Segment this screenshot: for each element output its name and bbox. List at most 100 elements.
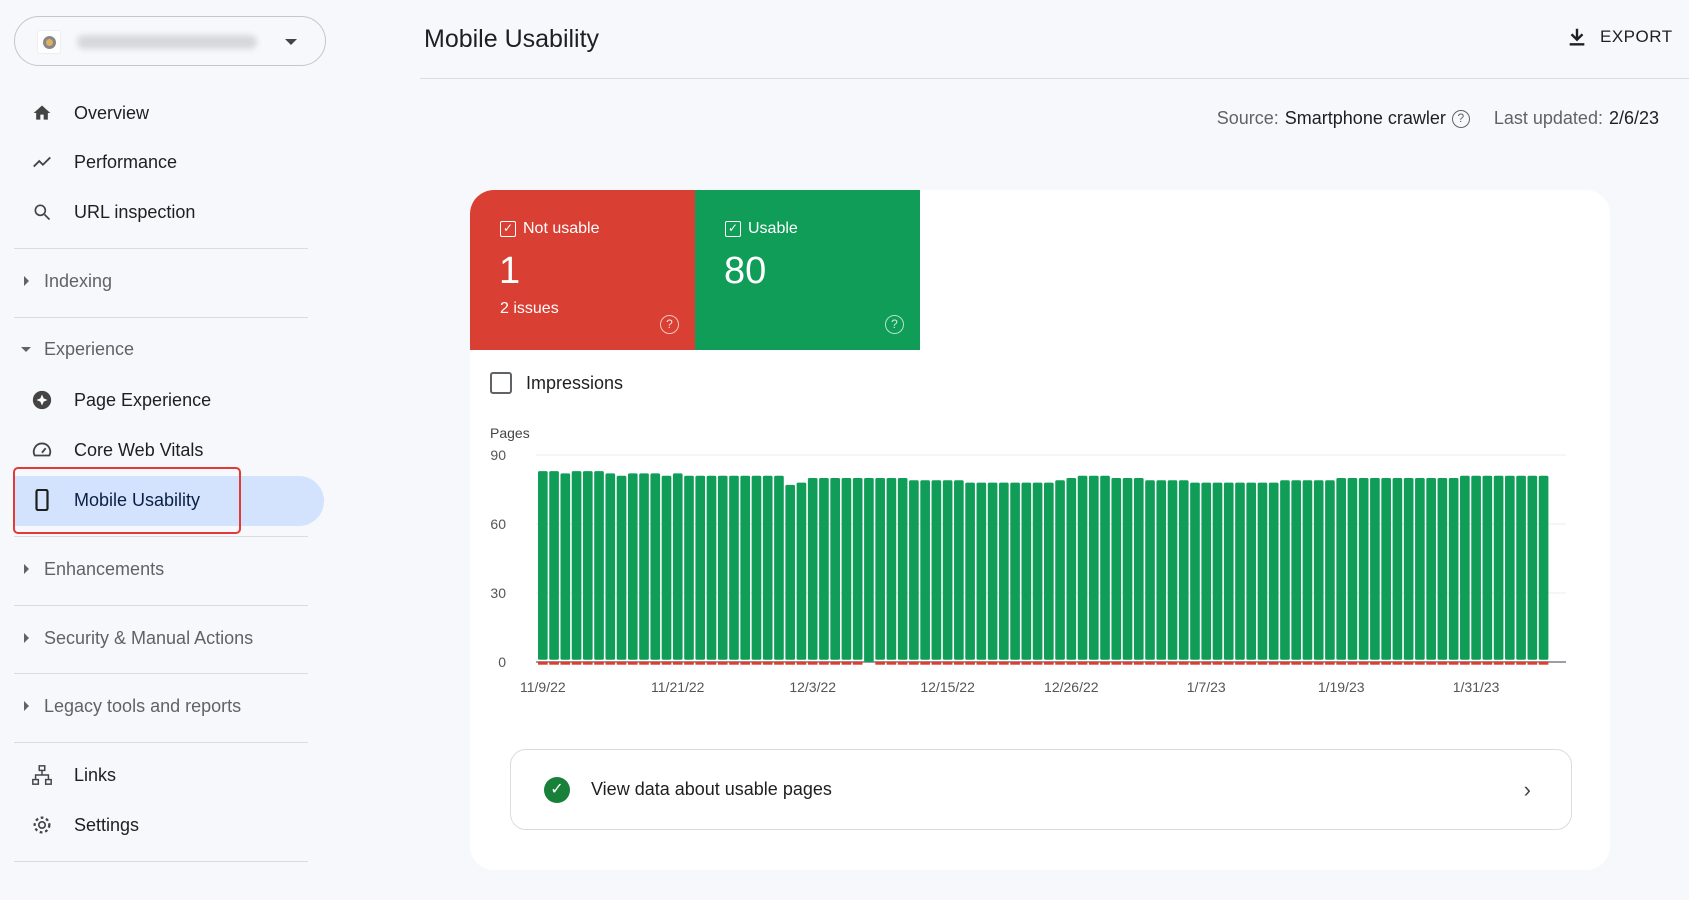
- bar-usable: [1291, 480, 1302, 660]
- sidebar-item-core-web-vitals[interactable]: Core Web Vitals: [0, 430, 330, 470]
- bar-usable: [762, 475, 773, 660]
- sidebar-section-security[interactable]: Security & Manual Actions: [0, 620, 330, 656]
- bar-not-usable: [1291, 661, 1302, 665]
- checkbox-unchecked-icon[interactable]: [490, 372, 512, 394]
- sidebar-section-enhancements[interactable]: Enhancements: [0, 551, 330, 587]
- bar-not-usable: [796, 661, 807, 665]
- bar-usable: [1403, 478, 1414, 660]
- page-experience-icon: [30, 388, 54, 412]
- bar-not-usable: [1055, 661, 1065, 665]
- bar-not-usable: [1313, 661, 1324, 665]
- checkbox-checked-icon[interactable]: ✓: [725, 221, 741, 237]
- bar-usable: [1516, 475, 1526, 660]
- bar-usable: [909, 480, 919, 660]
- bar-usable: [965, 482, 975, 660]
- bar-usable: [920, 480, 930, 660]
- help-icon[interactable]: ?: [660, 315, 679, 334]
- sidebar-section-indexing[interactable]: Indexing: [0, 263, 330, 299]
- bar-not-usable: [1235, 661, 1245, 665]
- chevron-down-icon: [285, 39, 297, 45]
- y-tick-label: 0: [498, 654, 506, 670]
- sidebar-item-settings[interactable]: Settings: [0, 805, 330, 845]
- y-axis-label: Pages: [490, 425, 530, 441]
- bar-usable: [942, 480, 953, 660]
- bar-usable: [931, 480, 942, 660]
- help-icon[interactable]: ?: [1451, 109, 1470, 128]
- divider: [14, 673, 308, 674]
- bar-not-usable: [684, 661, 694, 665]
- bar-usable: [1347, 478, 1358, 660]
- bar-not-usable: [1392, 661, 1403, 665]
- sidebar-item-overview[interactable]: Overview: [0, 93, 330, 133]
- export-button[interactable]: EXPORT: [1566, 26, 1673, 48]
- bar-not-usable: [1302, 661, 1313, 665]
- bar-not-usable: [1280, 661, 1290, 665]
- bar-not-usable: [560, 661, 571, 665]
- x-tick-label: 1/31/23: [1453, 679, 1500, 695]
- sidebar-section-experience[interactable]: Experience: [0, 331, 330, 367]
- bar-not-usable: [582, 661, 593, 665]
- usable-tile[interactable]: ✓ Usable 80 ?: [695, 190, 920, 350]
- bar-usable: [1212, 482, 1223, 660]
- not-usable-tile[interactable]: ✓ Not usable 1 2 issues ?: [470, 190, 695, 350]
- bar-usable: [650, 473, 661, 660]
- bar-not-usable: [954, 661, 964, 665]
- view-usable-pages-link[interactable]: ✓ View data about usable pages ›: [510, 749, 1572, 830]
- bar-not-usable: [987, 661, 998, 665]
- bar-usable: [1032, 482, 1043, 660]
- checkbox-checked-icon[interactable]: ✓: [500, 221, 516, 237]
- sidebar-item-links[interactable]: Links: [0, 755, 330, 795]
- bar-usable: [886, 478, 897, 660]
- bar-usable: [1505, 475, 1515, 660]
- sidebar-item-page-experience[interactable]: Page Experience: [0, 380, 330, 420]
- bar-not-usable: [931, 661, 942, 665]
- bar-not-usable: [1347, 661, 1358, 665]
- bar-usable: [661, 475, 672, 660]
- x-tick-label: 12/3/22: [789, 679, 836, 695]
- bar-usable: [1257, 482, 1268, 660]
- bar-not-usable: [1066, 661, 1077, 665]
- divider: [14, 605, 308, 606]
- expand-arrow-icon: [24, 276, 29, 286]
- bar-not-usable: [1538, 661, 1549, 665]
- x-tick-label: 1/19/23: [1318, 679, 1365, 695]
- bar-not-usable: [639, 661, 649, 665]
- bar-usable: [616, 475, 627, 660]
- bar-not-usable: [1010, 661, 1020, 665]
- sidebar-item-performance[interactable]: Performance: [0, 142, 330, 182]
- sidebar-section-legacy[interactable]: Legacy tools and reports: [0, 688, 330, 724]
- bar-usable: [605, 473, 616, 660]
- bar-usable: [717, 475, 728, 660]
- bar-not-usable: [1201, 661, 1212, 665]
- bar-usable: [785, 484, 796, 660]
- bar-usable: [1122, 478, 1133, 660]
- bar-not-usable: [740, 661, 751, 665]
- bar-not-usable: [762, 661, 773, 665]
- help-icon[interactable]: ?: [885, 315, 904, 334]
- bar-not-usable: [1471, 661, 1481, 665]
- bar-not-usable: [1156, 661, 1167, 665]
- sidebar-item-url-inspection[interactable]: URL inspection: [0, 192, 330, 232]
- bar-usable: [582, 471, 593, 660]
- bar-usable: [627, 473, 638, 660]
- impressions-checkbox[interactable]: Impressions: [490, 372, 623, 394]
- bar-not-usable: [571, 661, 582, 665]
- bar-usable: [1178, 480, 1189, 660]
- bar-usable: [1088, 475, 1099, 660]
- bar-not-usable: [1403, 661, 1414, 665]
- bar-not-usable: [661, 661, 672, 665]
- property-selector[interactable]: [14, 16, 326, 66]
- bar-not-usable: [605, 661, 616, 665]
- bar-usable: [1044, 482, 1054, 660]
- y-tick-label: 60: [490, 516, 506, 532]
- divider: [14, 317, 308, 318]
- bar-usable: [1437, 478, 1448, 660]
- sidebar-item-mobile-usability[interactable]: Mobile Usability: [0, 480, 330, 520]
- bar-not-usable: [852, 661, 863, 665]
- bar-not-usable: [999, 661, 1009, 665]
- bar-not-usable: [1111, 661, 1122, 665]
- bar-usable: [1133, 478, 1144, 660]
- bar-not-usable: [1212, 661, 1223, 665]
- bar-usable: [976, 482, 987, 660]
- bar-not-usable: [1246, 661, 1257, 665]
